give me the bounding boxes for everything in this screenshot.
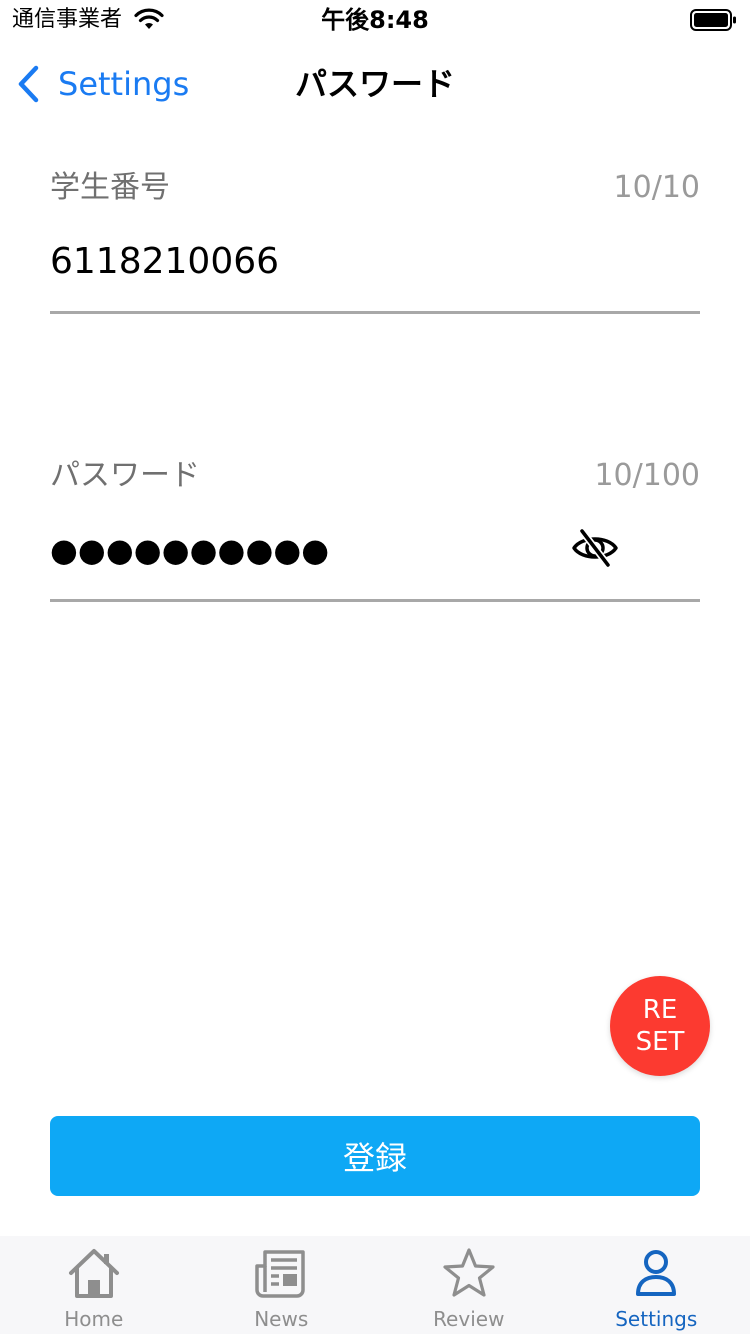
eye-off-icon[interactable] (570, 526, 620, 570)
tab-settings-label: Settings (615, 1307, 698, 1331)
newspaper-icon (255, 1250, 305, 1298)
student-number-input[interactable]: 6118210066 (50, 238, 610, 286)
star-icon (443, 1248, 495, 1297)
tab-home[interactable]: Home (0, 1236, 188, 1334)
student-number-label: 学生番号 (50, 170, 170, 205)
tab-review-label: Review (433, 1307, 505, 1331)
register-button[interactable]: 登録 (50, 1116, 700, 1196)
reset-label-line2: SET (635, 1027, 685, 1057)
tab-bar: Home News Review Settings (0, 1236, 750, 1334)
password-label: パスワード (50, 458, 200, 493)
password-counter: 10/100 (594, 458, 700, 493)
reset-label-line1: RE (642, 995, 678, 1025)
tab-review[interactable]: Review (375, 1236, 563, 1334)
student-number-counter: 10/10 (613, 170, 700, 205)
reset-button[interactable]: RE SET (610, 976, 710, 1076)
page-title: パスワード (294, 65, 455, 103)
student-number-underline (50, 311, 700, 314)
password-underline (50, 599, 700, 602)
status-bar: 通信事業者 午後8:48 (0, 0, 750, 40)
status-clock: 午後8:48 (321, 6, 429, 34)
tab-settings[interactable]: Settings (563, 1236, 750, 1334)
tab-news-label: News (254, 1307, 309, 1331)
navigation-bar: Settings パスワード (0, 40, 750, 128)
password-input[interactable]: ●●●●●●●●●● (50, 526, 610, 574)
tab-news[interactable]: News (188, 1236, 376, 1334)
password-field: パスワード 10/100 ●●●●●●●●●● (50, 454, 700, 602)
student-number-field: 学生番号 10/10 6118210066 (50, 166, 700, 314)
battery-icon (690, 9, 736, 31)
person-icon (636, 1250, 677, 1296)
home-icon (68, 1249, 119, 1298)
tab-home-label: Home (64, 1307, 124, 1331)
password-settings-screen: 通信事業者 午後8:48 Settings パスワード 学生番号 10/10 6… (0, 0, 750, 1334)
